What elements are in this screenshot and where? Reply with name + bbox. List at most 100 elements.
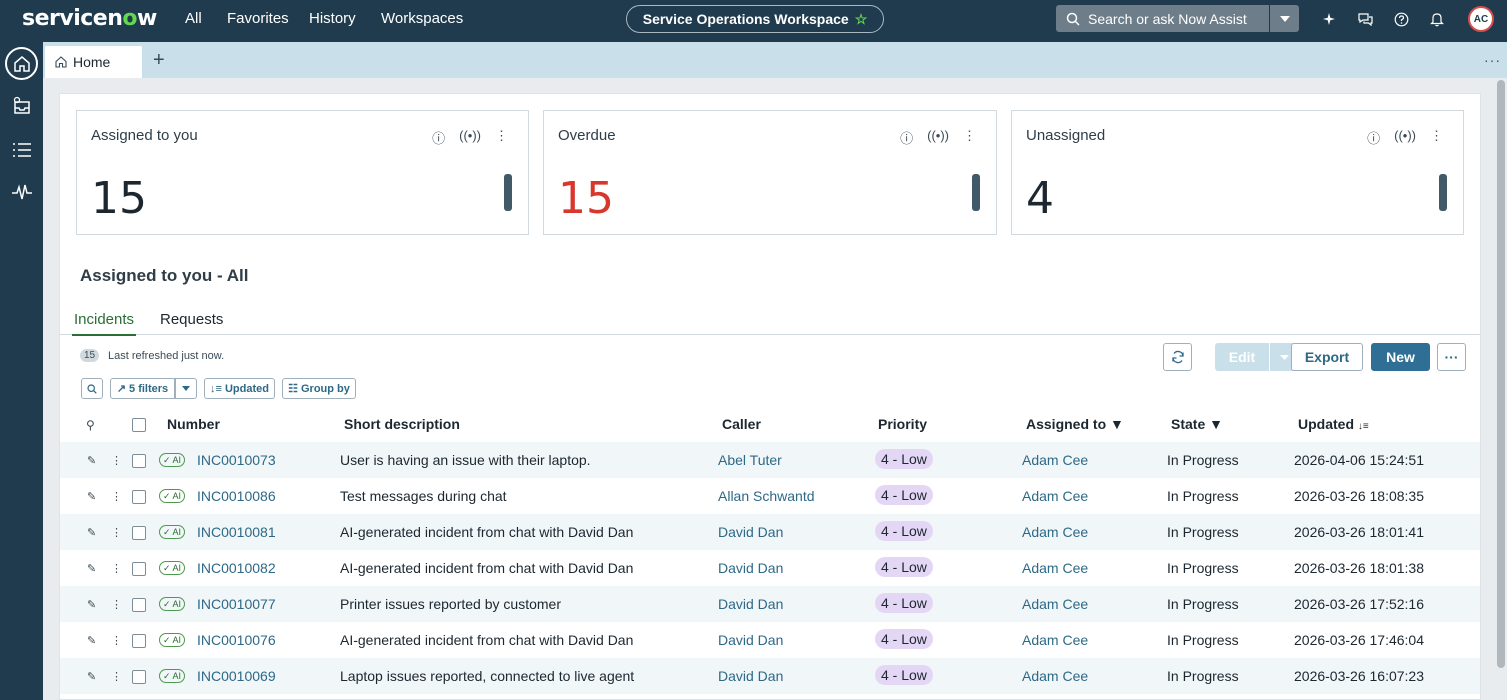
table-row[interactable]: ✎ ⋮ ✓ AI INC0010076 AI-generated incident fr… [60, 622, 1480, 658]
search-box[interactable]: Search or ask Now Assist [1056, 5, 1269, 32]
tab-home[interactable]: Home [45, 46, 142, 78]
table-row[interactable]: ✎ ⋮ ✓ AI INC0010081 AI-generated incident fr… [60, 514, 1480, 550]
caller-link[interactable]: David Dan [718, 524, 783, 540]
row-checkbox[interactable] [132, 562, 146, 576]
sparkle-icon[interactable] [1320, 10, 1338, 28]
pulse-icon[interactable] [8, 178, 36, 206]
incident-number-link[interactable]: INC0010069 [197, 668, 276, 684]
export-button[interactable]: Export [1291, 343, 1363, 371]
column-settings-icon[interactable]: ⚲ [86, 418, 95, 432]
select-all-checkbox[interactable] [132, 418, 146, 432]
nav-all[interactable]: All [185, 10, 202, 27]
edit-pencil-icon[interactable]: ✎ [87, 634, 96, 647]
bell-icon[interactable] [1428, 10, 1446, 28]
incident-number-link[interactable]: INC0010077 [197, 596, 276, 612]
col-caller[interactable]: Caller [722, 416, 761, 432]
more-vertical-icon[interactable]: ⋮ [495, 128, 508, 147]
row-checkbox[interactable] [132, 670, 146, 684]
servicenow-logo[interactable]: servicenow [22, 6, 157, 31]
row-menu-icon[interactable]: ⋮ [111, 490, 122, 503]
nav-favorites[interactable]: Favorites [227, 10, 289, 27]
home-icon[interactable] [5, 47, 38, 80]
list-icon[interactable] [8, 136, 36, 164]
more-actions-button[interactable]: ··· [1437, 343, 1466, 371]
caller-link[interactable]: David Dan [718, 668, 783, 684]
col-assigned-to[interactable]: Assigned to ▼ [1026, 416, 1124, 432]
search-list-button[interactable] [81, 378, 103, 399]
edit-button[interactable]: Edit [1215, 343, 1269, 371]
incident-number-link[interactable]: INC0010082 [197, 560, 276, 576]
info-icon[interactable]: ⓘ [900, 128, 913, 147]
caller-link[interactable]: David Dan [718, 560, 783, 576]
table-row[interactable]: ✎ ⋮ ✓ AI INC0010082 AI-generated incident fr… [60, 550, 1480, 586]
row-menu-icon[interactable]: ⋮ [111, 670, 122, 683]
col-short-description[interactable]: Short description [344, 416, 460, 432]
broadcast-icon[interactable]: ((•)) [459, 128, 481, 147]
new-button[interactable]: New [1371, 343, 1430, 371]
more-options-icon[interactable]: ··· [1484, 52, 1501, 68]
col-number[interactable]: Number [167, 416, 220, 432]
col-state[interactable]: State ▼ [1171, 416, 1223, 432]
row-checkbox[interactable] [132, 634, 146, 648]
col-updated[interactable]: Updated ↓≡ [1298, 416, 1369, 432]
row-menu-icon[interactable]: ⋮ [111, 562, 122, 575]
row-menu-icon[interactable]: ⋮ [111, 634, 122, 647]
row-menu-icon[interactable]: ⋮ [111, 526, 122, 539]
caller-link[interactable]: David Dan [718, 596, 783, 612]
edit-pencil-icon[interactable]: ✎ [87, 454, 96, 467]
info-icon[interactable]: ⓘ [1367, 128, 1380, 147]
filters-button[interactable]: ↗ 5 filters [110, 378, 175, 399]
group-by-chip[interactable]: ☷ Group by [282, 378, 356, 399]
row-menu-icon[interactable]: ⋮ [111, 454, 122, 467]
more-vertical-icon[interactable]: ⋮ [1430, 128, 1443, 147]
table-row[interactable]: ✎ ⋮ ✓ AI INC0010073 User is having an issue … [60, 442, 1480, 478]
row-checkbox[interactable] [132, 454, 146, 468]
nav-history[interactable]: History [309, 10, 356, 27]
incident-number-link[interactable]: INC0010086 [197, 488, 276, 504]
page-scrollbar[interactable] [1497, 80, 1505, 668]
search-dropdown-button[interactable] [1270, 5, 1299, 32]
filters-dropdown-button[interactable] [175, 378, 197, 399]
broadcast-icon[interactable]: ((•)) [927, 128, 949, 147]
incident-number-link[interactable]: INC0010073 [197, 452, 276, 468]
row-checkbox[interactable] [132, 490, 146, 504]
sort-updated-chip[interactable]: ↓≡ Updated [204, 378, 275, 399]
table-row[interactable]: ✎ ⋮ ✓ AI INC0010069 Laptop issues reported, … [60, 658, 1480, 694]
add-tab-button[interactable]: + [153, 50, 165, 70]
tab-requests[interactable]: Requests [160, 311, 223, 334]
assigned-to-link[interactable]: Adam Cee [1022, 488, 1088, 504]
caller-link[interactable]: Allan Schwantd [718, 488, 815, 504]
edit-pencil-icon[interactable]: ✎ [87, 526, 96, 539]
col-priority[interactable]: Priority [878, 416, 927, 432]
caller-link[interactable]: David Dan [718, 632, 783, 648]
assigned-to-link[interactable]: Adam Cee [1022, 596, 1088, 612]
tab-incidents[interactable]: Incidents [72, 311, 137, 336]
table-row[interactable]: ✎ ⋮ ✓ AI INC0010077 Printer issues reported … [60, 586, 1480, 622]
more-vertical-icon[interactable]: ⋮ [963, 128, 976, 147]
inbox-icon[interactable] [8, 92, 36, 120]
edit-pencil-icon[interactable]: ✎ [87, 598, 96, 611]
info-icon[interactable]: ⓘ [432, 128, 445, 147]
row-checkbox[interactable] [132, 598, 146, 612]
assigned-to-link[interactable]: Adam Cee [1022, 452, 1088, 468]
workspace-pill[interactable]: Service Operations Workspace ☆ [626, 5, 884, 33]
row-menu-icon[interactable]: ⋮ [111, 598, 122, 611]
edit-pencil-icon[interactable]: ✎ [87, 490, 96, 503]
edit-pencil-icon[interactable]: ✎ [87, 670, 96, 683]
user-avatar[interactable]: AC [1468, 6, 1494, 32]
star-icon[interactable]: ☆ [855, 11, 868, 28]
refresh-button[interactable] [1163, 343, 1192, 371]
caller-link[interactable]: Abel Tuter [718, 452, 782, 468]
incident-number-link[interactable]: INC0010076 [197, 632, 276, 648]
help-icon[interactable] [1392, 10, 1410, 28]
chat-icon[interactable] [1356, 10, 1374, 28]
table-row[interactable]: ✎ ⋮ ✓ AI INC0010086 Test messages during cha… [60, 478, 1480, 514]
edit-pencil-icon[interactable]: ✎ [87, 562, 96, 575]
kpi-card-assigned[interactable]: Assigned to you ⓘ ((•)) ⋮ 15 [76, 110, 529, 235]
assigned-to-link[interactable]: Adam Cee [1022, 524, 1088, 540]
kpi-card-overdue[interactable]: Overdue ⓘ ((•)) ⋮ 15 [543, 110, 997, 235]
row-checkbox[interactable] [132, 526, 146, 540]
nav-workspaces[interactable]: Workspaces [381, 10, 463, 27]
assigned-to-link[interactable]: Adam Cee [1022, 632, 1088, 648]
assigned-to-link[interactable]: Adam Cee [1022, 560, 1088, 576]
